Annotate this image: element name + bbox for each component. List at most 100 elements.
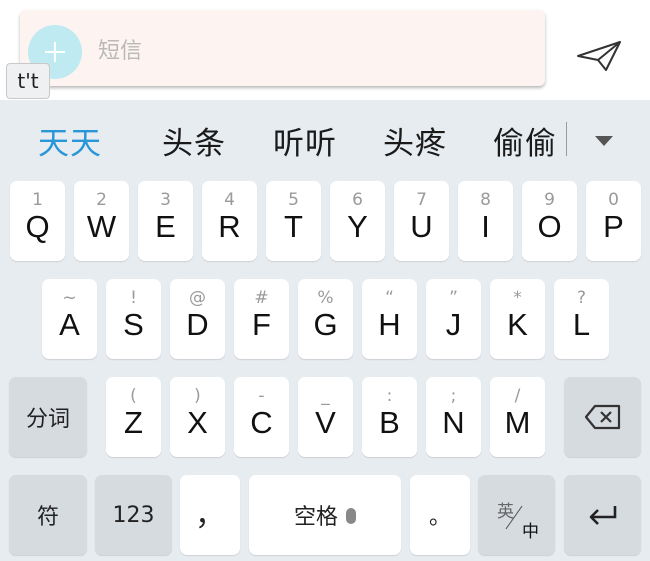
- key-hint: !: [130, 288, 137, 308]
- key-hint: 0: [608, 190, 619, 210]
- key-u[interactable]: 7U: [394, 181, 449, 261]
- key-p[interactable]: 0P: [586, 181, 641, 261]
- key-hint: 4: [224, 190, 235, 210]
- key-hint: /: [514, 386, 521, 406]
- key-hint: ): [194, 386, 201, 406]
- key-h[interactable]: “H: [362, 279, 417, 359]
- key-hint: ;: [450, 386, 457, 406]
- key-hint: -: [258, 386, 265, 406]
- enter-icon: [589, 506, 616, 525]
- numbers-key[interactable]: 123: [95, 475, 172, 555]
- space-key[interactable]: 空格: [249, 475, 401, 555]
- symbols-label: 符: [36, 505, 59, 530]
- key-letter: X: [187, 405, 208, 440]
- key-hint: _: [321, 386, 330, 406]
- key-hint: (: [130, 386, 137, 406]
- key-letter: I: [481, 209, 490, 244]
- send-button[interactable]: [576, 40, 622, 72]
- key-t[interactable]: 5T: [266, 181, 321, 261]
- key-letter: F: [252, 307, 271, 342]
- key-z[interactable]: (Z: [106, 377, 161, 457]
- triangle-down-icon[interactable]: [595, 136, 613, 146]
- key-letter: Z: [124, 405, 143, 440]
- key-n[interactable]: ; N: [426, 377, 481, 457]
- enter-key[interactable]: [564, 475, 641, 555]
- key-hint: ?: [576, 288, 587, 308]
- key-hint: 9: [544, 190, 555, 210]
- comma-label: ，: [195, 498, 225, 533]
- candidate-5[interactable]: 偷偷: [493, 118, 557, 163]
- comma-key[interactable]: ，: [180, 475, 240, 555]
- key-v[interactable]: _ V: [298, 377, 353, 457]
- key-hint: ~: [62, 288, 77, 308]
- key-q[interactable]: 1Q: [10, 181, 65, 261]
- key-s[interactable]: ! S: [106, 279, 161, 359]
- key-k[interactable]: * K: [490, 279, 545, 359]
- candidate-1[interactable]: 天天: [38, 118, 102, 163]
- key-letter: U: [410, 209, 433, 244]
- numbers-label: 123: [112, 502, 155, 528]
- paper-plane-icon: [577, 41, 621, 71]
- period-label: 。: [428, 505, 451, 530]
- candidate-4[interactable]: 头疼: [383, 118, 447, 163]
- key-letter: E: [155, 209, 176, 244]
- key-letter: G: [313, 307, 338, 342]
- period-key[interactable]: 。: [410, 475, 470, 555]
- candidate-3[interactable]: 听听: [273, 118, 337, 163]
- key-hint: 6: [352, 190, 363, 210]
- key-l[interactable]: ? L: [554, 279, 609, 359]
- segment-label: 分词: [25, 407, 70, 432]
- key-d[interactable]: @ D: [170, 279, 225, 359]
- key-o[interactable]: 9O: [522, 181, 577, 261]
- key-i[interactable]: 8I: [458, 181, 513, 261]
- key-letter: J: [445, 307, 462, 342]
- key-letter: Q: [25, 209, 50, 244]
- key-letter: H: [378, 307, 401, 342]
- symbols-key[interactable]: 符: [9, 475, 87, 555]
- language-chinese-label: 中: [522, 522, 539, 542]
- key-letter: V: [315, 405, 336, 440]
- candidate-2[interactable]: 头条: [162, 118, 226, 163]
- key-hint: %: [317, 288, 334, 308]
- key-letter: M: [504, 405, 531, 440]
- key-hint: 1: [32, 190, 43, 210]
- key-hint: 2: [96, 190, 107, 210]
- key-letter: R: [218, 209, 241, 244]
- segment-key[interactable]: 分词: [9, 377, 87, 457]
- key-m[interactable]: / M: [490, 377, 545, 457]
- key-letter: N: [442, 405, 465, 440]
- key-y[interactable]: 6Y: [330, 181, 385, 261]
- key-hint: “: [385, 288, 394, 308]
- key-letter: W: [86, 209, 117, 244]
- key-hint: ”: [449, 288, 458, 308]
- key-letter: A: [59, 307, 80, 342]
- key-f[interactable]: # F: [234, 279, 289, 359]
- key-hint: 8: [480, 190, 491, 210]
- key-letter: P: [603, 209, 624, 244]
- key-a[interactable]: ~ A: [42, 279, 97, 359]
- space-label: 空格: [293, 505, 338, 530]
- language-switch-key[interactable]: 英 中: [478, 475, 555, 555]
- key-r[interactable]: 4R: [202, 181, 257, 261]
- key-e[interactable]: 3E: [138, 181, 193, 261]
- key-letter: B: [379, 405, 400, 440]
- key-hint: #: [254, 288, 269, 308]
- key-hint: 3: [160, 190, 171, 210]
- key-letter: O: [537, 209, 562, 244]
- key-hint: :: [386, 386, 393, 406]
- key-c[interactable]: -C: [234, 377, 289, 457]
- key-letter: L: [572, 307, 591, 342]
- key-x[interactable]: ) X: [170, 377, 225, 457]
- key-g[interactable]: % G: [298, 279, 353, 359]
- backspace-key[interactable]: [564, 377, 641, 457]
- key-w[interactable]: 2W: [74, 181, 129, 261]
- key-b[interactable]: :B: [362, 377, 417, 457]
- key-letter: S: [123, 307, 144, 342]
- microphone-icon: [346, 508, 356, 524]
- key-j[interactable]: ” J: [426, 279, 481, 359]
- message-composer: 短信: [0, 0, 650, 100]
- key-letter: D: [186, 307, 209, 342]
- key-letter: T: [284, 209, 303, 244]
- key-letter: K: [507, 307, 528, 342]
- key-letter: C: [250, 405, 273, 440]
